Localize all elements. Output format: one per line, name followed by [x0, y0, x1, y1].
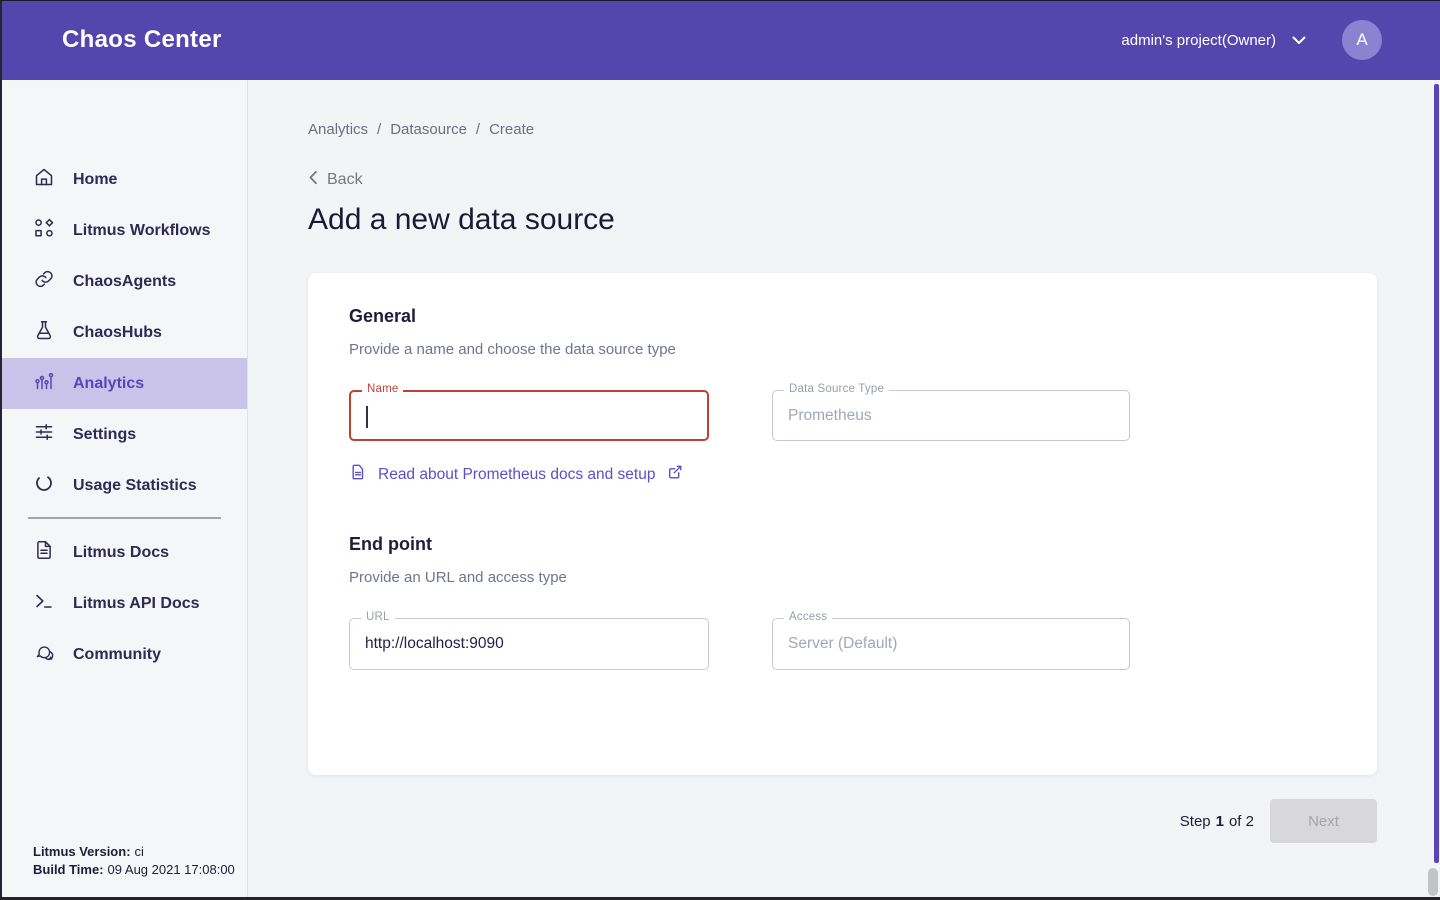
step-indicator: Step 1 of 2: [1180, 813, 1254, 830]
wizard-footer: Step 1 of 2 Next: [308, 799, 1377, 843]
sidebar-item-analytics[interactable]: Analytics: [0, 358, 247, 409]
build-label: Build Time:: [33, 862, 104, 877]
analytics-icon: [33, 370, 55, 397]
chevron-left-icon: [308, 170, 318, 190]
document-icon: [33, 539, 55, 566]
url-field: URL: [349, 618, 709, 670]
chevron-down-icon[interactable]: [1292, 36, 1306, 45]
sidebar-item-label: Litmus Docs: [73, 544, 169, 562]
sidebar-item-chaosagents[interactable]: ChaosAgents: [0, 256, 247, 307]
project-selector[interactable]: admin's project(Owner): [1121, 32, 1276, 49]
access-input[interactable]: [773, 619, 1129, 669]
sidebar-divider: [28, 517, 221, 519]
sidebar-item-label: Usage Statistics: [73, 477, 197, 495]
step-current: 1: [1216, 813, 1224, 830]
endpoint-heading: End point: [349, 534, 432, 555]
document-icon: [349, 463, 367, 486]
sidebar: Home Litmus Workflows ChaosAgents ChaosH…: [0, 80, 248, 900]
sidebar-item-label: Litmus API Docs: [73, 595, 200, 613]
sliders-icon: [33, 421, 55, 448]
breadcrumb: Analytics / Datasource / Create: [308, 121, 534, 138]
breadcrumb-analytics[interactable]: Analytics: [308, 121, 368, 138]
step-prefix: Step: [1180, 813, 1211, 830]
scrollbar-corner: [1428, 868, 1438, 896]
name-field-label: Name: [362, 383, 403, 395]
sidebar-item-litmus-docs[interactable]: Litmus Docs: [0, 527, 247, 578]
url-input[interactable]: [350, 619, 708, 669]
sidebar-item-litmus-workflows[interactable]: Litmus Workflows: [0, 205, 247, 256]
sidebar-item-label: Litmus Workflows: [73, 222, 211, 240]
sidebar-item-usage-statistics[interactable]: Usage Statistics: [0, 460, 247, 511]
breadcrumb-create[interactable]: Create: [489, 121, 534, 138]
external-link-icon: [666, 463, 684, 486]
sidebar-item-label: Home: [73, 171, 117, 189]
prometheus-docs-link[interactable]: Read about Prometheus docs and setup: [349, 463, 684, 486]
name-field: Name: [349, 390, 709, 441]
version-info: Litmus Version: ci Build Time: 09 Aug 2021…: [33, 843, 235, 879]
data-source-type-input[interactable]: [773, 391, 1129, 440]
sidebar-item-litmus-api-docs[interactable]: Litmus API Docs: [0, 578, 247, 629]
sidebar-item-label: Community: [73, 646, 161, 664]
breadcrumb-datasource[interactable]: Datasource: [390, 121, 467, 138]
usage-circle-icon: [33, 472, 55, 499]
next-button[interactable]: Next: [1270, 799, 1377, 843]
terminal-icon: [33, 590, 55, 617]
sidebar-item-label: Analytics: [73, 375, 144, 393]
back-button[interactable]: Back: [308, 170, 363, 190]
general-subtitle: Provide a name and choose the data sourc…: [349, 341, 676, 358]
sidebar-item-chaoshubs[interactable]: ChaosHubs: [0, 307, 247, 358]
chat-bubbles-icon: [33, 641, 55, 668]
step-suffix: of 2: [1229, 813, 1254, 830]
data-source-type-field: Data Source Type: [772, 390, 1130, 441]
name-input[interactable]: [351, 392, 707, 439]
window-edge-left: [0, 0, 2, 900]
sidebar-item-label: Settings: [73, 426, 136, 444]
text-caret: [366, 406, 368, 428]
sidebar-item-label: ChaosAgents: [73, 273, 176, 291]
docs-link-label: Read about Prometheus docs and setup: [378, 466, 655, 484]
sidebar-item-community[interactable]: Community: [0, 629, 247, 680]
breadcrumb-separator: /: [476, 121, 480, 138]
version-value: ci: [135, 844, 144, 859]
breadcrumb-separator: /: [377, 121, 381, 138]
access-field: Access: [772, 618, 1130, 670]
version-label: Litmus Version:: [33, 844, 131, 859]
access-field-label: Access: [784, 611, 832, 623]
sidebar-item-settings[interactable]: Settings: [0, 409, 247, 460]
endpoint-subtitle: Provide an URL and access type: [349, 569, 567, 586]
window-edge-top: [0, 0, 1440, 1]
general-heading: General: [349, 306, 416, 327]
data-source-type-label: Data Source Type: [784, 383, 889, 395]
datasource-form-card: General Provide a name and choose the da…: [308, 273, 1377, 775]
page-title: Add a new data source: [308, 203, 615, 237]
workflows-icon: [33, 217, 55, 244]
url-field-label: URL: [361, 611, 395, 623]
link-icon: [33, 268, 55, 295]
avatar[interactable]: A: [1342, 20, 1382, 60]
build-value: 09 Aug 2021 17:08:00: [108, 862, 235, 877]
sidebar-item-label: ChaosHubs: [73, 324, 162, 342]
flask-icon: [33, 319, 55, 346]
main-content: Analytics / Datasource / Create Back Add…: [248, 80, 1440, 900]
app-header: Chaos Center admin's project(Owner) A: [0, 0, 1440, 80]
vertical-scrollbar-thumb[interactable]: [1434, 84, 1439, 863]
app-title: Chaos Center: [62, 26, 222, 54]
sidebar-item-home[interactable]: Home: [0, 154, 247, 205]
back-label: Back: [327, 171, 363, 189]
home-icon: [33, 166, 55, 193]
